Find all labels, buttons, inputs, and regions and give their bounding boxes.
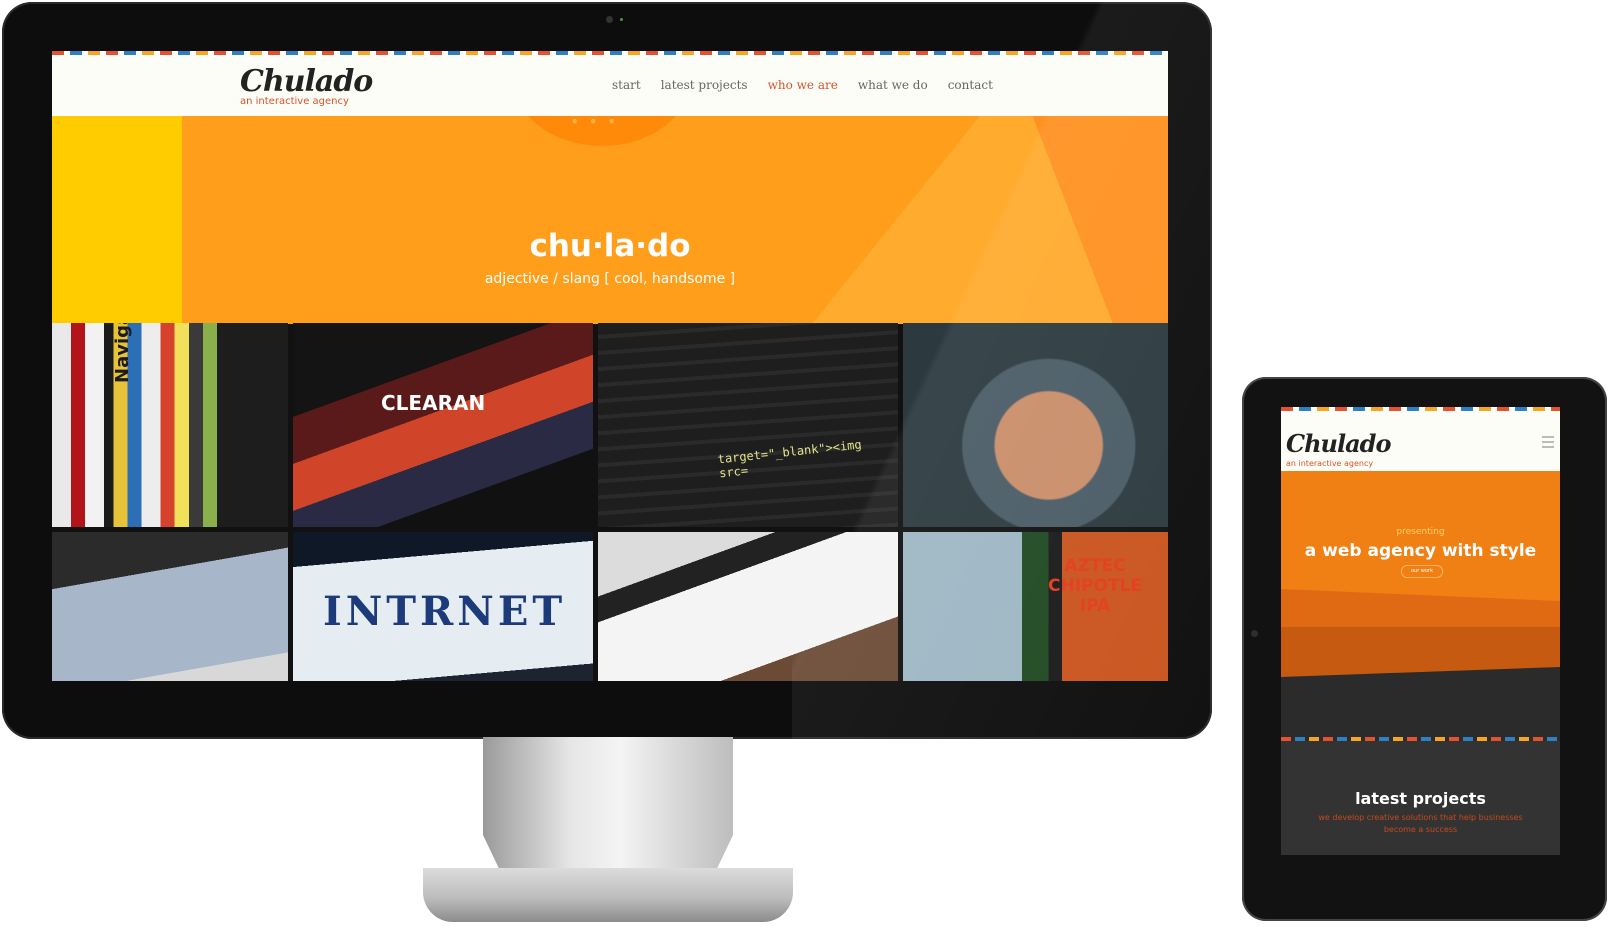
gallery-tile-ipad-news[interactable] bbox=[598, 532, 898, 681]
webcam-led bbox=[620, 18, 623, 21]
nav-item-who-we-are[interactable]: who we are bbox=[768, 78, 838, 92]
gallery-caption: Navigator bbox=[112, 323, 133, 383]
tablet-section-stripe bbox=[1281, 737, 1560, 741]
hero-banner: chu·la·do adjective / slang [ cool, hand… bbox=[52, 116, 1168, 324]
main-nav: start latest projects who we are what we… bbox=[612, 78, 993, 92]
hero-subtitle: adjective / slang [ cool, handsome ] bbox=[484, 271, 736, 287]
tablet-latest-description: we develop creative solutions that help … bbox=[1318, 813, 1523, 834]
tablet-hero: presenting a web agency with style our w… bbox=[1281, 471, 1560, 601]
site-logo[interactable]: Chulado an interactive agency bbox=[240, 64, 373, 108]
tablet-latest-section: latest projects we develop creative solu… bbox=[1281, 737, 1560, 855]
photo-gallery: Navigator CLEARAN target="_blank"><img s… bbox=[52, 323, 1168, 681]
gallery-tile-beer-bottle[interactable]: AZTEC CHIPOTLE IPA bbox=[903, 532, 1168, 681]
desktop-monitor: Chulado an interactive agency start late… bbox=[2, 2, 1212, 739]
tablet-logo-wordmark: Chulado bbox=[1286, 429, 1391, 458]
nav-item-what-we-do[interactable]: what we do bbox=[858, 78, 928, 92]
hero-yellow-panel bbox=[52, 116, 182, 324]
tablet-latest-title: latest projects bbox=[1355, 789, 1486, 808]
hamburger-menu-icon[interactable] bbox=[1542, 436, 1554, 451]
tablet-band-2 bbox=[1281, 627, 1560, 677]
gallery-caption: target="_blank"><img src= bbox=[717, 437, 863, 481]
gallery-tile-phone-in-hand[interactable] bbox=[903, 323, 1168, 527]
tablet-camera-icon bbox=[1251, 630, 1258, 637]
webcam-icon bbox=[606, 16, 613, 23]
tablet-device: Chulado an interactive agency presenting… bbox=[1242, 377, 1607, 921]
gallery-tile-laptop[interactable] bbox=[52, 532, 288, 681]
logo-wordmark: Chulado bbox=[240, 64, 373, 99]
gallery-tile-tablet-screen[interactable]: CLEARAN bbox=[293, 323, 593, 527]
gallery-tile-license-plate[interactable]: INTRNET bbox=[293, 532, 593, 681]
hero-title: chu·la·do bbox=[529, 228, 691, 264]
gallery-tile-code[interactable]: target="_blank"><img src= bbox=[598, 323, 898, 527]
tablet-hero-title: a web agency with style bbox=[1304, 541, 1537, 561]
tablet-logo[interactable]: Chulado an interactive agency bbox=[1286, 429, 1391, 469]
tablet-header: Chulado an interactive agency bbox=[1281, 411, 1560, 471]
gallery-caption: AZTEC CHIPOTLE IPA bbox=[1048, 556, 1142, 616]
nav-item-start[interactable]: start bbox=[612, 78, 641, 92]
hero-sun-graphic bbox=[512, 116, 692, 146]
gallery-tile-bookshelf[interactable]: Navigator bbox=[52, 323, 288, 527]
desktop-screen: Chulado an interactive agency start late… bbox=[52, 51, 1168, 681]
tablet-screen: Chulado an interactive agency presenting… bbox=[1281, 407, 1560, 855]
our-work-button[interactable]: our work bbox=[1401, 565, 1443, 578]
monitor-foot bbox=[423, 868, 793, 922]
site-header: Chulado an interactive agency start late… bbox=[52, 55, 1168, 116]
gallery-caption: INTRNET bbox=[323, 588, 567, 635]
nav-item-contact[interactable]: contact bbox=[948, 78, 993, 92]
tablet-hero-presenting: presenting bbox=[1396, 527, 1445, 537]
gallery-caption: CLEARAN bbox=[381, 391, 486, 415]
nav-item-latest-projects[interactable]: latest projects bbox=[661, 78, 748, 92]
tablet-logo-tagline: an interactive agency bbox=[1286, 459, 1374, 468]
monitor-stand bbox=[483, 737, 733, 877]
